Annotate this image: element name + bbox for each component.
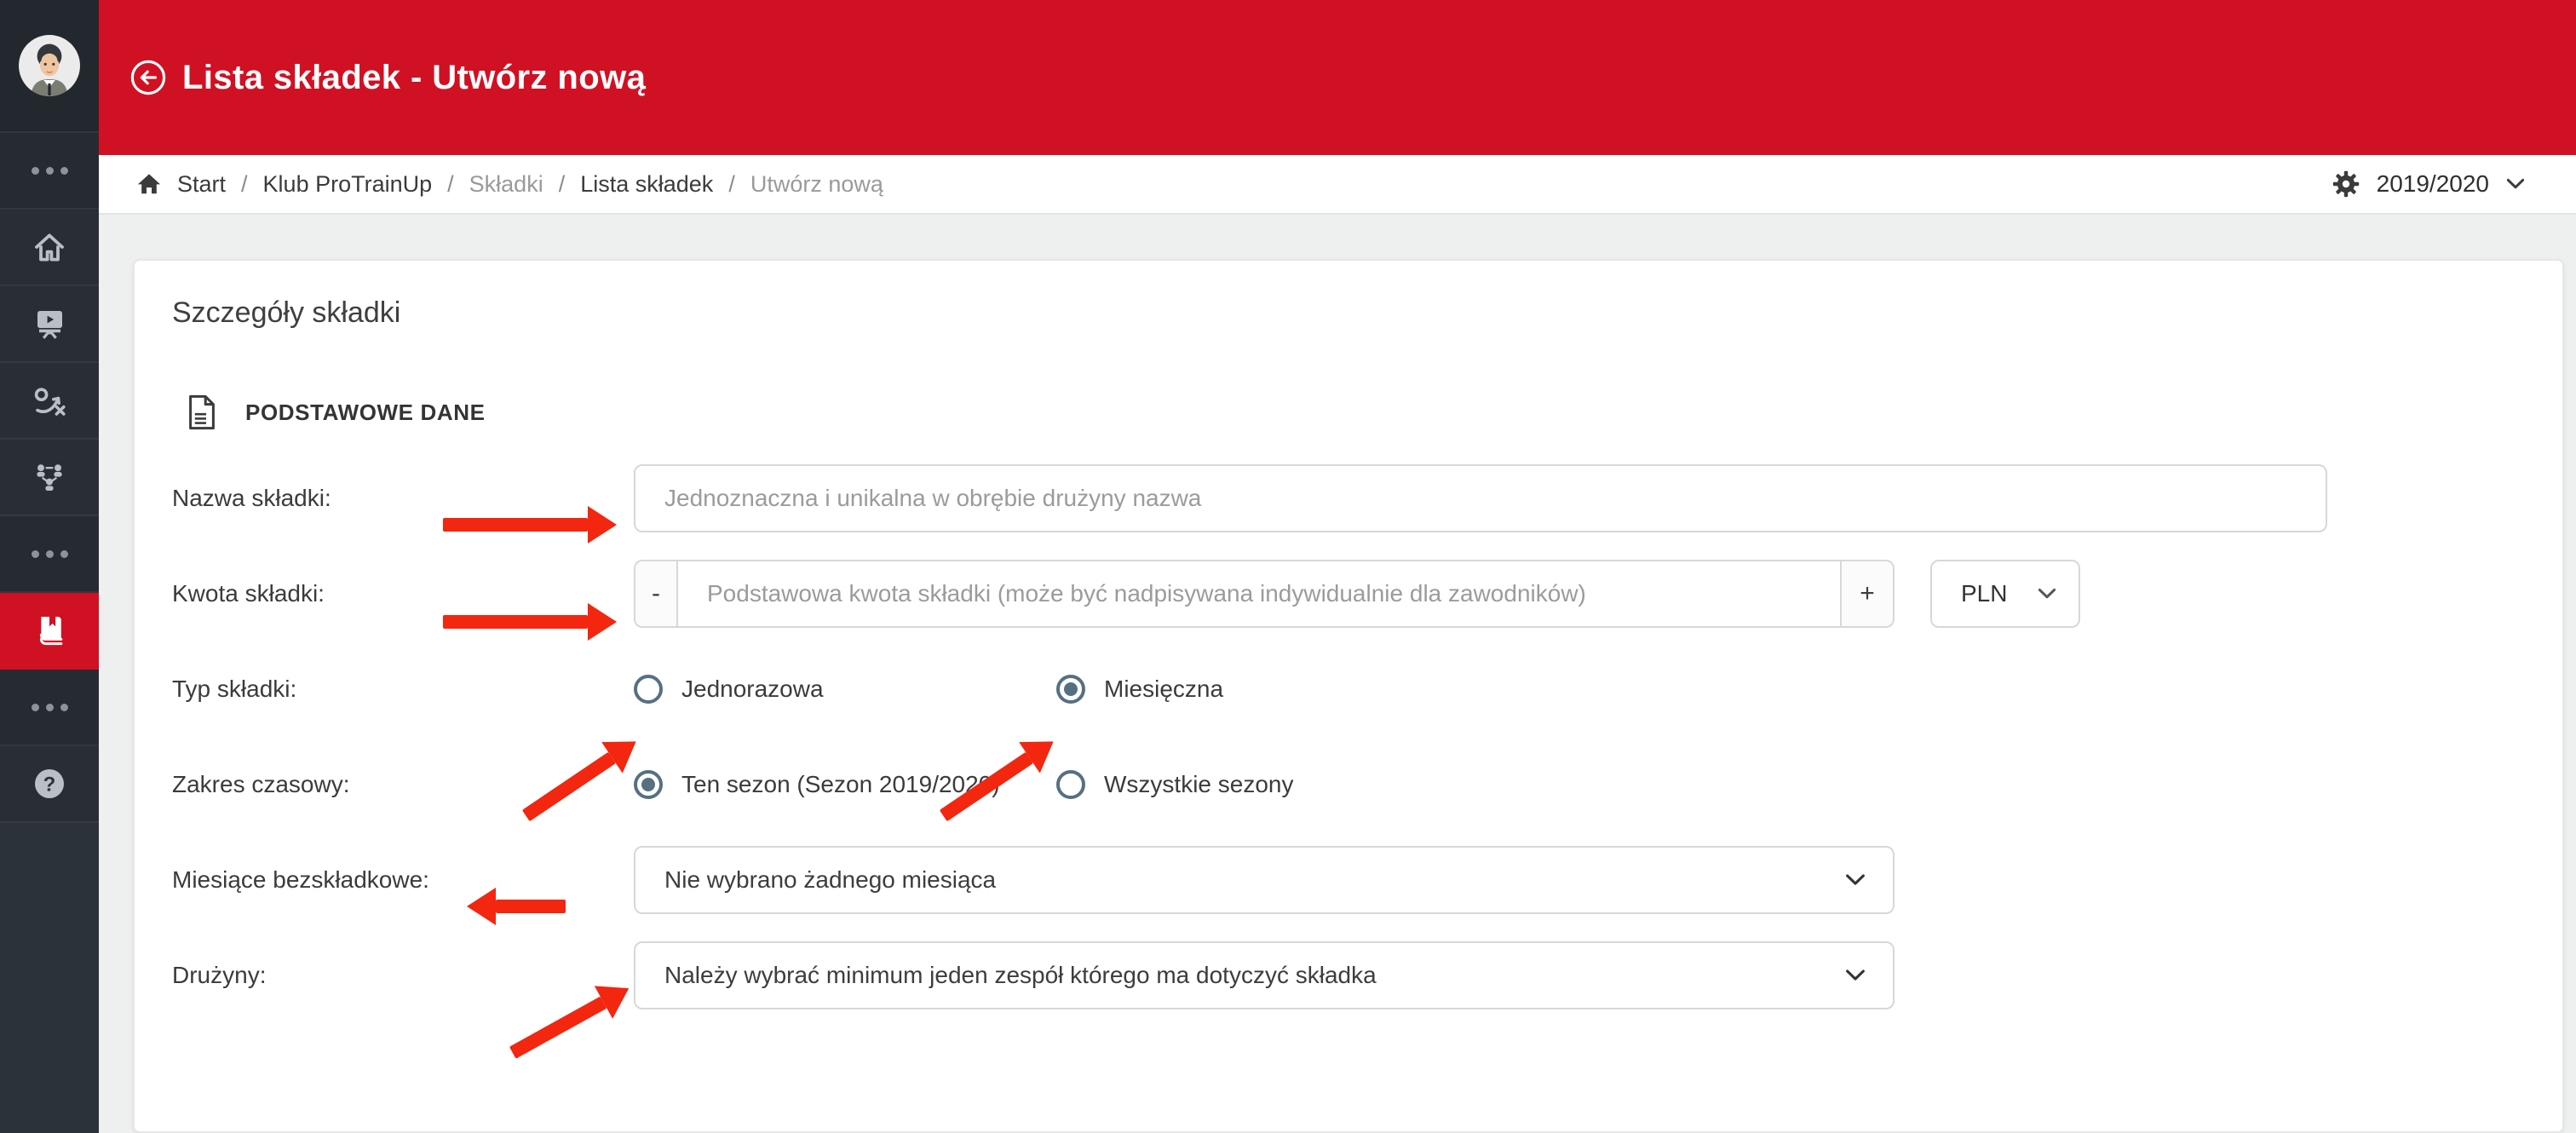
radio-checked[interactable] bbox=[634, 770, 663, 799]
sidebar-item-video[interactable] bbox=[0, 286, 99, 363]
fee-name-label: Nazwa składki: bbox=[172, 485, 331, 511]
radio-label: Ten sezon (Sezon 2019/2020) bbox=[681, 771, 1000, 797]
free-months-value: Nie wybrano żadnego miesiąca bbox=[664, 866, 997, 893]
breadcrumb-items: Start / Klub ProTrainUp / Składki / List… bbox=[136, 171, 2332, 198]
fee-type-label: Typ składki: bbox=[172, 676, 297, 702]
chevron-down-icon bbox=[2038, 588, 2056, 599]
avatar-image bbox=[19, 35, 80, 96]
page-title: Lista składek - Utwórz nową bbox=[182, 58, 647, 96]
breadcrumb-item-create-new[interactable]: Utwórz nową bbox=[750, 171, 883, 198]
amount-decrement-button[interactable]: - bbox=[634, 560, 676, 628]
radio-unchecked[interactable] bbox=[634, 675, 663, 704]
teams-value: Należy wybrać minimum jeden zespół które… bbox=[664, 962, 1377, 988]
radio-option-miesieczna[interactable]: Miesięczna bbox=[1056, 675, 1223, 704]
home-icon[interactable] bbox=[136, 171, 162, 197]
section-title: PODSTAWOWE DANE bbox=[245, 399, 486, 425]
more-dots-icon bbox=[31, 549, 68, 558]
sidebar-item-fees-active[interactable] bbox=[0, 593, 99, 670]
sidebar-item-tactics[interactable] bbox=[0, 363, 99, 440]
breadcrumb-separator: / bbox=[558, 170, 566, 197]
radio-label: Jednorazowa bbox=[681, 676, 824, 702]
breadcrumb-item-start[interactable]: Start bbox=[177, 171, 226, 198]
sidebar-item-more-middle[interactable] bbox=[0, 516, 99, 593]
teams-select[interactable]: Należy wybrać minimum jeden zespół które… bbox=[634, 941, 1895, 1009]
breadcrumb-separator: / bbox=[447, 170, 454, 197]
arrow-left-circle-icon bbox=[130, 60, 166, 95]
free-months-label: Miesiące bezskładkowe: bbox=[172, 866, 429, 893]
amount-increment-button[interactable]: + bbox=[1842, 560, 1895, 628]
time-range-label: Zakres czasowy: bbox=[172, 771, 350, 797]
teams-label: Drużyny: bbox=[172, 962, 267, 988]
fee-name-input[interactable] bbox=[634, 464, 2327, 532]
row-fee-name: Nazwa składki: bbox=[172, 464, 2525, 532]
chevron-down-icon bbox=[2506, 178, 2525, 189]
sidebar-item-help[interactable]: ? bbox=[0, 746, 99, 823]
video-board-icon bbox=[37, 311, 62, 339]
fees-book-icon bbox=[39, 617, 63, 646]
season-value[interactable]: 2019/2020 bbox=[2377, 170, 2489, 198]
content-area: Szczegóły składki PODSTAWOWE DANE Nazwa … bbox=[99, 215, 2576, 1133]
row-free-months: Miesiące bezskładkowe: Nie wybrano żadne… bbox=[172, 846, 2525, 914]
user-avatar[interactable] bbox=[0, 0, 99, 133]
app-root: ? Lista składek - Utwórz nową Start / Kl… bbox=[0, 0, 2576, 1133]
breadcrumb-separator: / bbox=[241, 170, 248, 197]
row-fee-amount: Kwota składki: - + PLN bbox=[172, 560, 2525, 628]
radio-checked[interactable] bbox=[1056, 675, 1085, 704]
sidebar-item-team[interactable] bbox=[0, 440, 99, 516]
radio-label: Miesięczna bbox=[1104, 676, 1224, 702]
sidebar-spacer bbox=[0, 823, 99, 1133]
document-icon bbox=[189, 394, 215, 430]
radio-unchecked[interactable] bbox=[1056, 770, 1085, 799]
section-basic-data: PODSTAWOWE DANE bbox=[186, 394, 2525, 430]
row-teams: Drużyny: Należy wybrać minimum jeden zes… bbox=[172, 941, 2525, 1009]
back-button[interactable] bbox=[129, 59, 167, 96]
breadcrumb: Start / Klub ProTrainUp / Składki / List… bbox=[99, 155, 2576, 215]
season-selector[interactable]: 2019/2020 bbox=[2332, 170, 2525, 198]
sidebar-item-more-bottom[interactable] bbox=[0, 670, 99, 746]
currency-value: PLN bbox=[1961, 580, 2008, 607]
fee-form: Nazwa składki: Kwota składki: - + PLN bbox=[172, 464, 2525, 1009]
free-months-select[interactable]: Nie wybrano żadnego miesiąca bbox=[634, 846, 1895, 914]
breadcrumb-item-fees-list[interactable]: Lista składek bbox=[580, 171, 713, 198]
radio-option-wszystkie-sezony[interactable]: Wszystkie sezony bbox=[1056, 770, 1294, 799]
breadcrumb-separator: / bbox=[728, 170, 735, 197]
row-fee-type: Typ składki: Jednorazowa Miesięczna bbox=[172, 655, 2525, 723]
sidebar: ? bbox=[0, 0, 99, 1133]
more-dots-icon bbox=[31, 166, 68, 175]
main-column: Lista składek - Utwórz nową Start / Klub… bbox=[99, 0, 2576, 1133]
fee-amount-input[interactable] bbox=[676, 560, 1842, 628]
help-icon: ? bbox=[35, 769, 64, 798]
team-structure-icon bbox=[37, 464, 62, 491]
fee-amount-group: - + bbox=[634, 560, 1895, 628]
sidebar-item-more-top[interactable] bbox=[0, 133, 99, 210]
radio-option-ten-sezon[interactable]: Ten sezon (Sezon 2019/2020) bbox=[634, 770, 1056, 799]
currency-select[interactable]: PLN bbox=[1930, 560, 2080, 628]
breadcrumb-item-fees[interactable]: Składki bbox=[469, 171, 543, 198]
chevron-down-icon bbox=[1846, 874, 1865, 885]
chevron-down-icon bbox=[1846, 969, 1865, 981]
radio-label: Wszystkie sezony bbox=[1104, 771, 1294, 797]
fee-details-card: Szczegóły składki PODSTAWOWE DANE Nazwa … bbox=[133, 259, 2564, 1133]
page-header: Lista składek - Utwórz nową bbox=[99, 0, 2576, 155]
sidebar-item-home[interactable] bbox=[0, 210, 99, 286]
breadcrumb-item-club[interactable]: Klub ProTrainUp bbox=[263, 171, 433, 198]
row-time-range: Zakres czasowy: Ten sezon (Sezon 2019/20… bbox=[172, 751, 2525, 819]
home-icon bbox=[35, 233, 64, 262]
card-title: Szczegóły składki bbox=[172, 296, 401, 329]
more-dots-icon bbox=[31, 703, 68, 711]
radio-option-jednorazowa[interactable]: Jednorazowa bbox=[634, 675, 1056, 704]
tactics-icon bbox=[34, 388, 66, 416]
svg-text:?: ? bbox=[43, 773, 56, 796]
fee-amount-label: Kwota składki: bbox=[172, 580, 325, 607]
settings-gear-icon[interactable] bbox=[2332, 170, 2360, 198]
